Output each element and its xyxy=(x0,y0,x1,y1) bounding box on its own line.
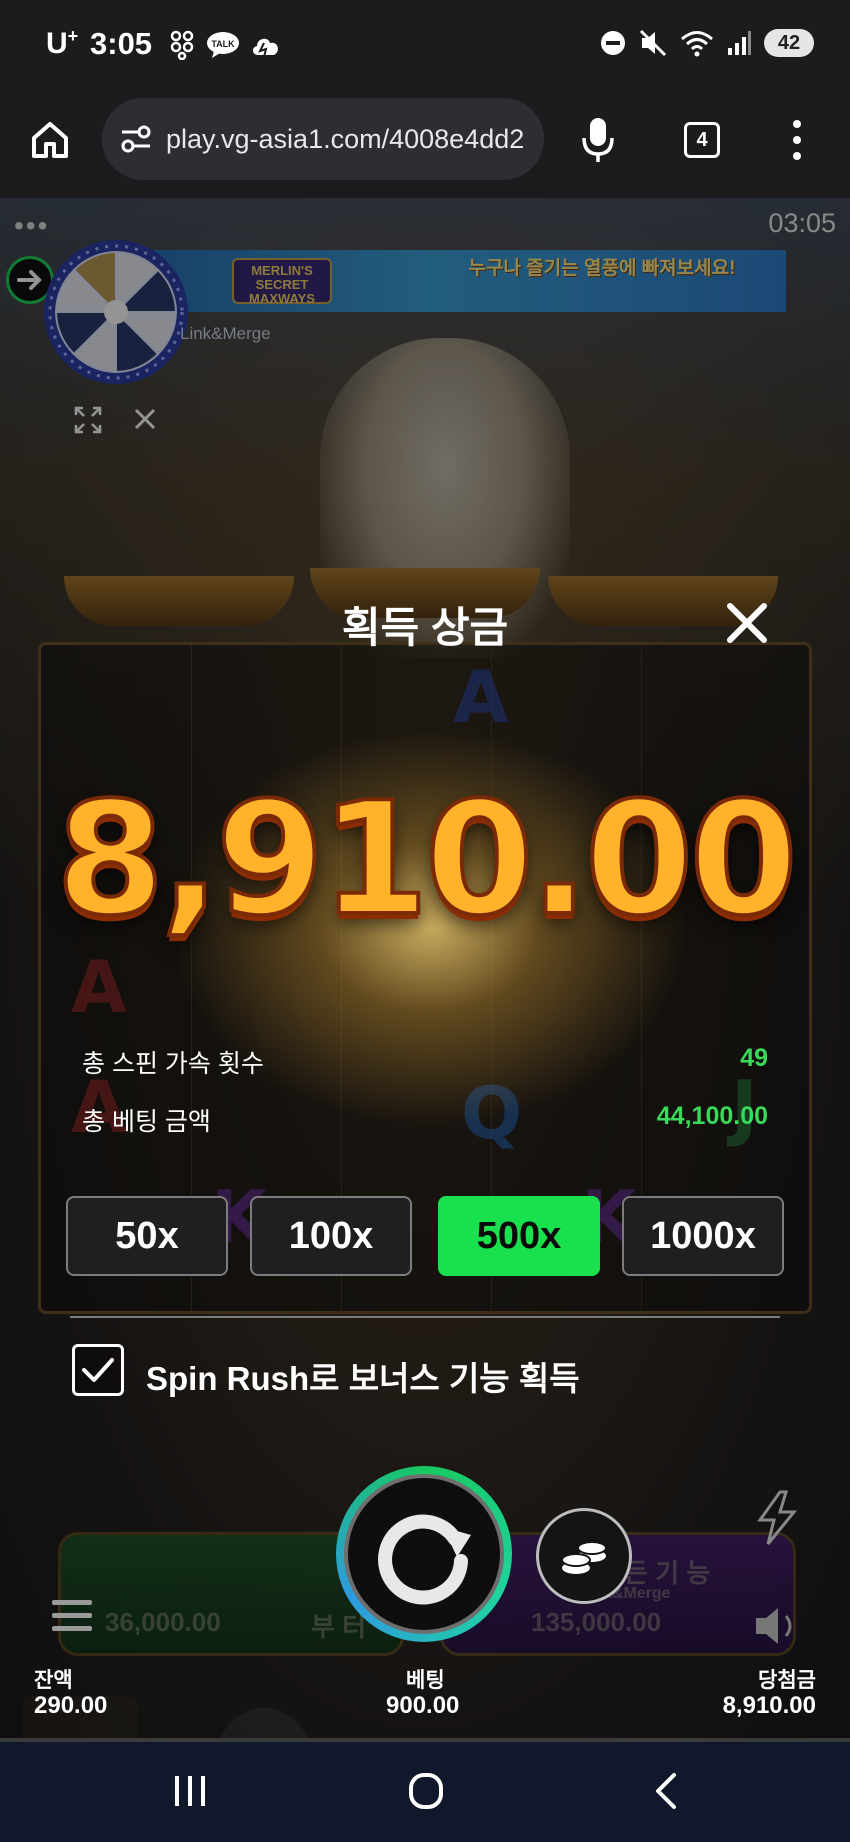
signal-icon xyxy=(728,31,751,55)
modal-divider xyxy=(70,1316,780,1318)
cloud-icon xyxy=(252,38,278,58)
checkmark-icon xyxy=(82,1358,114,1382)
win-label: 당첨금 xyxy=(758,1669,816,1692)
more-menu-icon[interactable] xyxy=(790,118,804,162)
stat-spin-count-label: 총 스핀 가속 횟수 xyxy=(82,1050,264,1078)
mute-icon xyxy=(639,29,667,57)
wifi-icon xyxy=(681,31,713,57)
system-nav-bar xyxy=(0,1742,850,1842)
bet-value: 900.00 xyxy=(386,1692,460,1719)
balance-value: 290.00 xyxy=(34,1692,108,1719)
talk-icon: TALK xyxy=(207,32,239,58)
coins-icon xyxy=(561,1541,607,1574)
bet-settings-button[interactable] xyxy=(536,1508,632,1604)
spin-button[interactable] xyxy=(336,1466,512,1642)
app-grid-icon xyxy=(170,30,194,60)
bet-label: 베팅 xyxy=(406,1669,445,1692)
battery-indicator: 42 xyxy=(764,29,814,57)
sound-icon[interactable] xyxy=(752,1604,802,1648)
game-canvas: ••• 03:05 MERLIN'S SECRET MAXWAYS 누구나 즐기… xyxy=(0,198,850,1742)
spin-rush-checkbox[interactable] xyxy=(72,1344,124,1396)
microphone-icon[interactable] xyxy=(580,116,616,164)
address-bar[interactable]: play.vg-asia1.com/4008e4dd2 xyxy=(102,98,544,180)
win-value: 8,910.00 xyxy=(722,1692,816,1719)
multiplier-500x-button[interactable]: 500x xyxy=(438,1196,600,1276)
stat-total-bet-label: 총 베팅 금액 xyxy=(82,1108,211,1136)
system-icons: 42 xyxy=(600,28,814,58)
close-icon[interactable] xyxy=(722,598,772,648)
turbo-icon[interactable] xyxy=(752,1490,802,1546)
multiplier-1000x-button[interactable]: 1000x xyxy=(622,1196,784,1276)
balance-label: 잔액 xyxy=(34,1669,73,1692)
status-bar: U+ 3:05 TALK 42 xyxy=(0,0,850,88)
back-icon[interactable] xyxy=(652,1772,680,1810)
url-text: play.vg-asia1.com/4008e4dd2 xyxy=(166,124,525,154)
stat-total-bet-value: 44,100.00 xyxy=(656,1102,768,1130)
multiplier-100x-button[interactable]: 100x xyxy=(250,1196,412,1276)
svg-text:TALK: TALK xyxy=(211,39,235,49)
multiplier-50x-button[interactable]: 50x xyxy=(66,1196,228,1276)
home-nav-icon[interactable] xyxy=(408,1772,444,1810)
stat-spin-count-value: 49 xyxy=(740,1044,768,1072)
recent-apps-icon[interactable] xyxy=(172,1774,208,1808)
tab-switcher-button[interactable]: 4 xyxy=(684,122,720,158)
notification-icons: TALK xyxy=(170,30,282,60)
home-icon[interactable] xyxy=(28,118,72,162)
status-time: 3:05 xyxy=(90,26,153,61)
site-settings-icon[interactable] xyxy=(120,124,152,154)
browser-toolbar: play.vg-asia1.com/4008e4dd2 4 xyxy=(0,88,850,198)
app-root: U+ 3:05 TALK 42 play.vg-asia1.com/4008e4… xyxy=(0,0,850,1842)
spin-arrow-icon xyxy=(378,1514,471,1605)
footer-info: 잔액 290.00 베팅 900.00 당첨금 8,910.00 xyxy=(0,1664,850,1742)
menu-icon[interactable] xyxy=(52,1598,92,1634)
do-not-disturb-icon xyxy=(601,31,625,55)
win-amount: 8,910.00 xyxy=(54,766,800,952)
carrier-label: U+ xyxy=(46,26,79,60)
spin-rush-label[interactable]: Spin Rush로 보너스 기능 획득 xyxy=(146,1352,580,1400)
